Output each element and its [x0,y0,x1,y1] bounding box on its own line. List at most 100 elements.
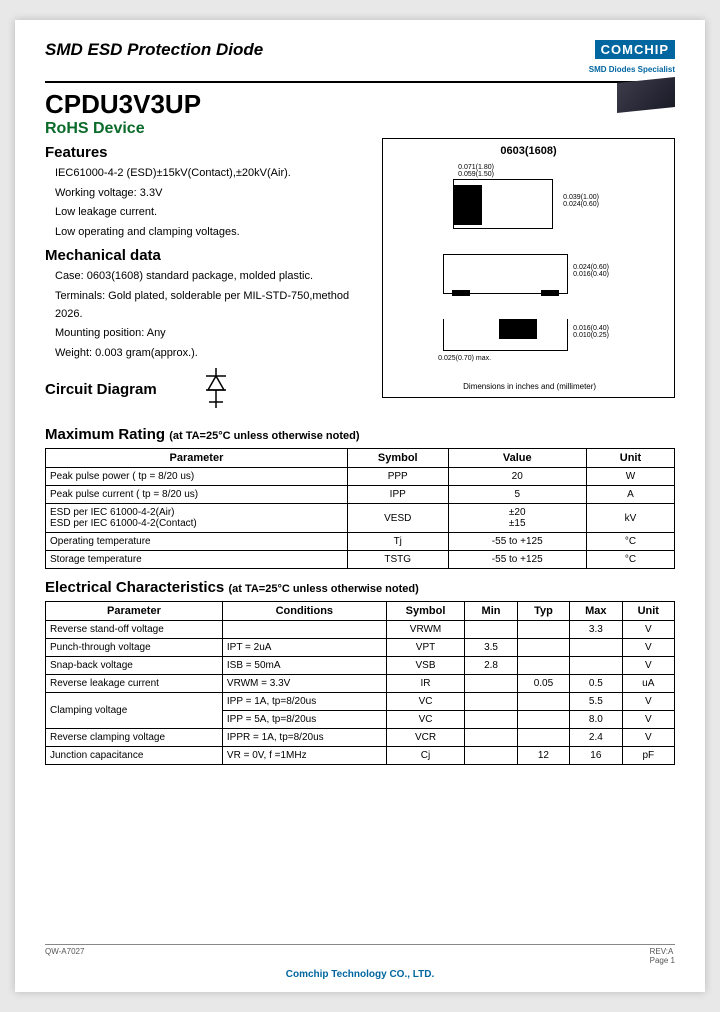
feature-item: Low operating and clamping voltages. [55,224,367,242]
page: SMD ESD Protection Diode COMCHIP SMD Dio… [15,20,705,992]
max-rating-section: Maximum Rating (at TA=25°C unless otherw… [45,426,675,569]
max-rating-heading: Maximum Rating [45,426,169,443]
cell: kV [586,504,674,533]
feature-item: Low leakage current. [55,204,367,222]
doc-id: QW-A7027 [45,947,84,965]
cell: Cj [386,747,465,765]
company-logo: COMCHIP [595,40,675,59]
cell: VCR [386,729,465,747]
cell [517,657,569,675]
pkg-dim: 0.071(1.80) 0.059(1.50) [458,164,494,178]
cell: V [622,621,674,639]
pkg-top-view [453,179,553,229]
pkg-dim: 0.039(1.00) 0.024(0.60) [563,194,599,208]
cell: VESD [347,504,448,533]
package-title: 0603(1608) [389,145,668,157]
table-row: Reverse leakage currentVRWM = 3.3VIR0.05… [46,675,675,693]
feature-item: IEC61000-4-2 (ESD)±15kV(Contact),±20kV(A… [55,165,367,183]
cell: 5.5 [570,693,622,711]
cell: 2.4 [570,729,622,747]
cell: IR [386,675,465,693]
cell: -55 to +125 [448,533,586,551]
pkg-footprint [443,319,568,351]
cell: TSTG [347,551,448,569]
cell: Snap-back voltage [46,657,223,675]
th: Symbol [386,602,465,621]
table-row: Reverse stand-off voltageVRWM3.3V [46,621,675,639]
cell: VR = 0V, f =1MHz [222,747,386,765]
cell: V [622,657,674,675]
page-num: Page 1 [650,956,675,965]
circuit-heading-text: Circuit Diagram [45,381,157,398]
cell [222,621,386,639]
circuit-heading: Circuit Diagram [45,368,367,412]
cell: IPP = 1A, tp=8/20us [222,693,386,711]
table-row: Junction capacitanceVR = 0V, f =1MHzCj 12… [46,747,675,765]
mechanical-heading: Mechanical data [45,247,367,264]
cell: IPP [347,486,448,504]
pkg-dim: 0.016(0.40) 0.010(0.25) [573,325,609,339]
th: Min [465,602,517,621]
footer-rev-page: REV:A Page 1 [650,947,675,965]
document-title: SMD ESD Protection Diode [45,40,263,77]
cell: pF [622,747,674,765]
cell [570,657,622,675]
cell: W [586,468,674,486]
cell: 0.5 [570,675,622,693]
component-image [617,77,675,113]
th: Typ [517,602,569,621]
cell: Peak pulse power ( tp = 8/20 us) [46,468,348,486]
elec-char-section: Electrical Characteristics (at TA=25°C u… [45,579,675,765]
th-value: Value [448,449,586,468]
package-diagram: 0603(1608) 0.071(1.80) 0.059(1.50) 0.039… [382,138,675,398]
mech-item: Mounting position: Any [55,325,367,343]
cell [465,621,517,639]
th: Unit [622,602,674,621]
mech-item: Terminals: Gold plated, solderable per M… [55,288,367,323]
cell: 3.3 [570,621,622,639]
header: SMD ESD Protection Diode COMCHIP SMD Dio… [45,40,675,83]
footer-line: QW-A7027 REV:A Page 1 [45,944,675,965]
cell [465,729,517,747]
features-list: IEC61000-4-2 (ESD)±15kV(Contact),±20kV(A… [45,165,367,241]
cell: IPT = 2uA [222,639,386,657]
cell: 12 [517,747,569,765]
pkg-side-view [443,254,568,294]
cell [465,675,517,693]
mech-item: Weight: 0.003 gram(approx.). [55,345,367,363]
elec-char-table: Parameter Conditions Symbol Min Typ Max … [45,601,675,765]
cell: IPPR = 1A, tp=8/20us [222,729,386,747]
cell [517,639,569,657]
cell: Reverse clamping voltage [46,729,223,747]
cell: ISB = 50mA [222,657,386,675]
cell: Peak pulse current ( tp = 8/20 us) [46,486,348,504]
cell: 3.5 [465,639,517,657]
max-rating-sub: (at TA=25°C unless otherwise noted) [169,430,359,442]
table-row: Reverse clamping voltageIPPR = 1A, tp=8/… [46,729,675,747]
cell: IPP = 5A, tp=8/20us [222,711,386,729]
table-row: Operating temperatureTj-55 to +125°C [46,533,675,551]
cell: Junction capacitance [46,747,223,765]
cell: ESD per IEC 61000-4-2(Air) ESD per IEC 6… [46,504,348,533]
cell: PPP [347,468,448,486]
table-header-row: Parameter Symbol Value Unit [46,449,675,468]
part-number: CPDU3V3UP [45,89,675,120]
right-column: 0603(1608) 0.071(1.80) 0.059(1.50) 0.039… [382,138,675,416]
cell: V [622,693,674,711]
th: Max [570,602,622,621]
rohs-label: RoHS Device [45,120,675,138]
table-row: Peak pulse current ( tp = 8/20 us)IPP5A [46,486,675,504]
cell: Operating temperature [46,533,348,551]
cell: 8.0 [570,711,622,729]
cell: VRWM = 3.3V [222,675,386,693]
cell: ±20 ±15 [448,504,586,533]
cell: VPT [386,639,465,657]
cell [517,729,569,747]
cell: Clamping voltage [46,693,223,729]
table-row: Storage temperatureTSTG-55 to +125°C [46,551,675,569]
pkg-dim: 0.024(0.60) 0.016(0.40) [573,264,609,278]
table-row: Clamping voltageIPP = 1A, tp=8/20usVC5.5… [46,693,675,711]
max-rating-table: Parameter Symbol Value Unit Peak pulse p… [45,448,675,569]
feature-item: Working voltage: 3.3V [55,185,367,203]
cell: Reverse stand-off voltage [46,621,223,639]
